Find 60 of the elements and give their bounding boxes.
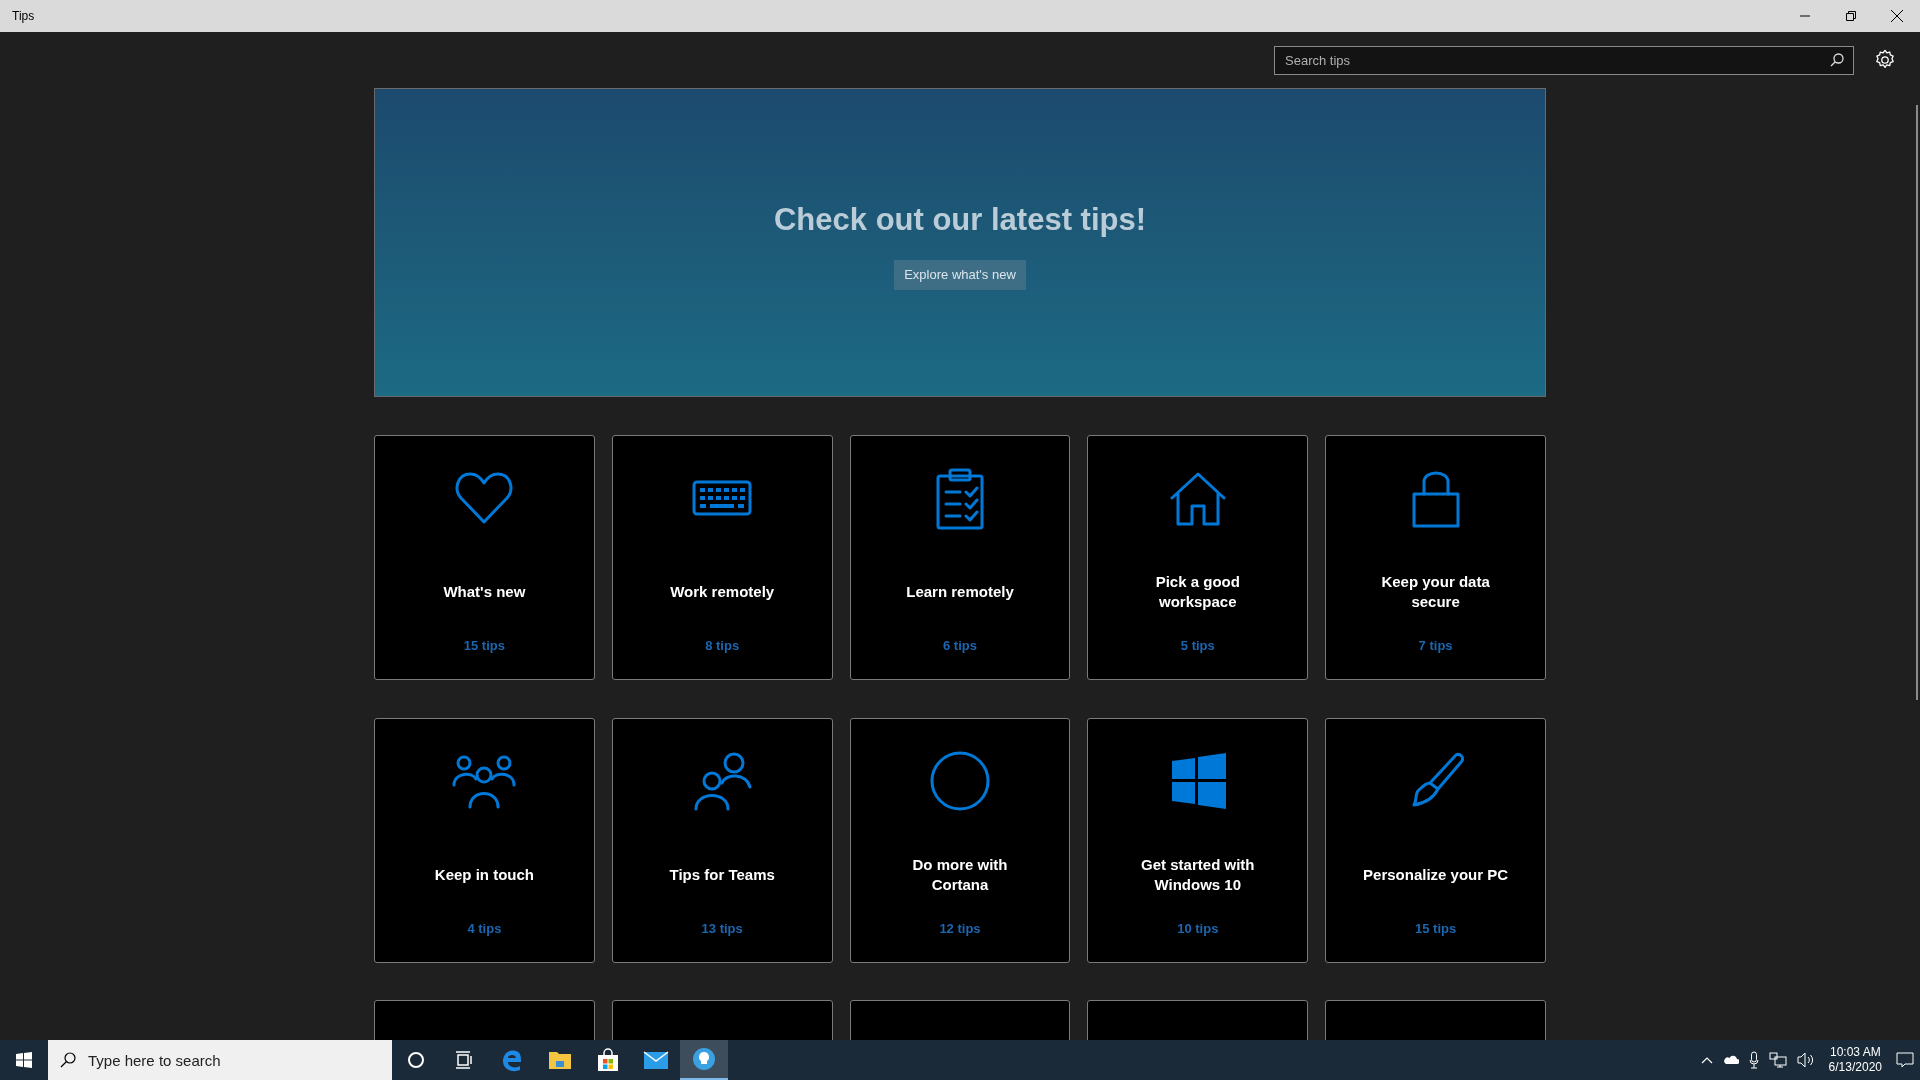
chevron-up-icon[interactable] [1700,1056,1713,1064]
browser-icon [500,1048,524,1072]
tip-count: 7 tips [1418,636,1453,655]
tip-tile[interactable]: Pick a good workspace 5 tips [1087,435,1309,680]
circle-icon [928,749,992,813]
tip-tile[interactable]: Tips for Teams 13 tips [611,718,833,963]
tip-tile[interactable]: Learn remotely 6 tips [849,435,1071,680]
taskbar-search-field[interactable]: Type here to search [48,1040,392,1080]
taskbar-app[interactable] [680,1040,728,1080]
settings-icon[interactable] [1874,49,1896,71]
tile-title: Learn remotely [906,581,1014,602]
tip-count: 5 tips [1180,636,1215,655]
window-title: Tips [12,8,35,25]
tile-title: Keep in touch [434,864,534,885]
restore-icon [1846,11,1856,21]
search-icon [60,1052,76,1068]
tip-count: 12 tips [939,919,981,938]
banner-heading: Check out our latest tips! [773,201,1146,239]
scrollbar[interactable] [1916,105,1918,700]
lightbulb-icon [692,1047,716,1071]
clock[interactable]: 10:03 AM 6/13/2020 [1824,1045,1886,1075]
tile-title: Work remotely [670,581,775,602]
tile-title: Personalize your PC [1363,864,1509,885]
tile-title: What's new [443,581,526,602]
task-view-icon [454,1051,474,1069]
tip-tile[interactable]: What's new 15 tips [374,435,595,680]
tip-count: 4 tips [467,919,502,938]
tip-count: 6 tips [943,636,977,655]
tip-tile[interactable]: Do more with Cortana 12 tips [849,718,1071,963]
windows-logo-icon [16,1052,32,1068]
tip-count: 10 tips [1177,919,1219,938]
microphone-icon[interactable] [1748,1051,1759,1069]
tile-title: Do more with Cortana [911,854,1009,895]
cloud-icon[interactable] [1722,1055,1739,1065]
tile-title: Pick a good workspace [1154,571,1241,612]
close-icon [1891,10,1903,22]
notifications-icon[interactable] [1896,1051,1914,1069]
explore-button[interactable]: Explore what's new [894,259,1026,290]
speaker-icon[interactable] [1796,1052,1815,1068]
circle-icon [407,1051,425,1069]
tip-tile[interactable]: Keep your data secure 7 tips [1325,435,1546,680]
clock-time: 10:03 AM [1829,1045,1881,1060]
clock-date: 6/13/2020 [1828,1060,1882,1075]
search-icon[interactable] [1830,52,1844,67]
tip-count: 15 tips [1415,919,1457,938]
tip-count: 13 tips [701,919,743,938]
tip-tile[interactable]: Personalize your PC 15 tips [1325,718,1546,963]
search-field[interactable]: Search tips [1274,45,1854,75]
folder-icon [548,1049,572,1071]
tip-tile[interactable]: Work remotely 8 tips [611,435,833,680]
tile-title: Tips for Teams [669,864,775,885]
envelope-icon [643,1050,669,1070]
tile-title: Keep your data secure [1380,571,1491,612]
shopping-bag-icon [596,1048,620,1072]
tile-title: Get started with Windows 10 [1140,854,1256,895]
tip-tile[interactable]: Get started with Windows 10 10 tips [1087,718,1309,963]
tip-count: 8 tips [705,636,740,655]
network-icon[interactable] [1768,1052,1787,1068]
tip-tile[interactable]: Keep in touch 4 tips [374,718,595,963]
tip-count: 15 tips [463,636,505,655]
